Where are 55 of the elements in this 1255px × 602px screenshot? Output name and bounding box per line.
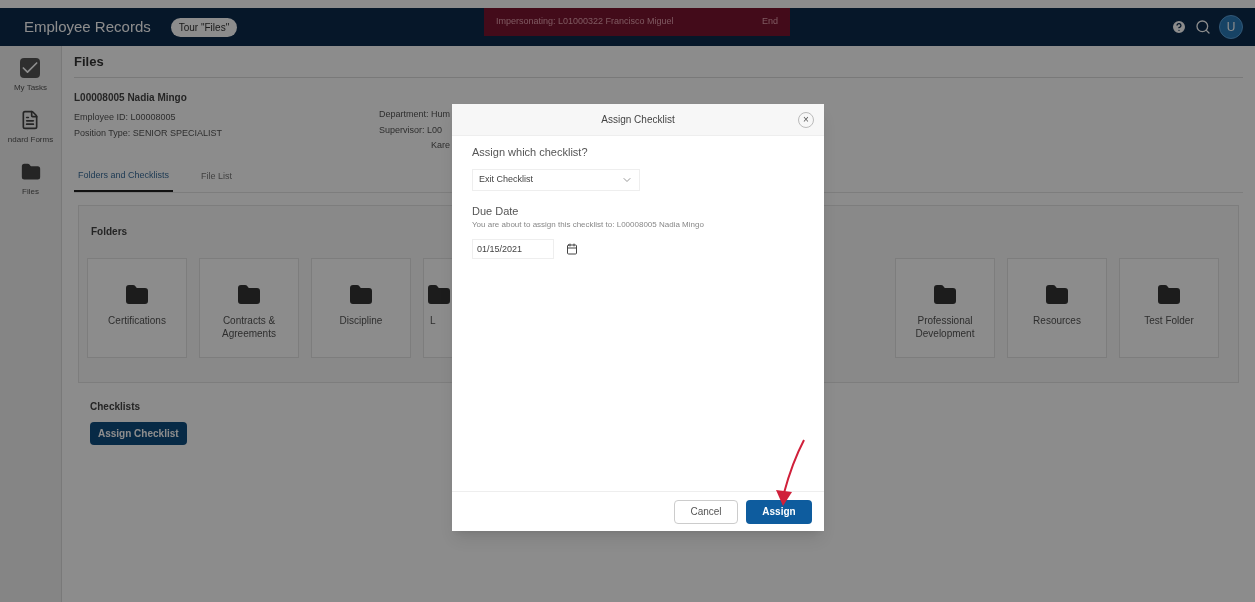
user-avatar[interactable]: U (1219, 15, 1243, 39)
folder-icon (125, 283, 149, 307)
app-title: Employee Records (24, 16, 151, 37)
folder-card[interactable]: Test Folder (1119, 258, 1219, 358)
employee-detail: Supervisor: L00 (379, 123, 443, 137)
section-title: Folders (91, 226, 128, 237)
field-label: Assign which checklist? (472, 145, 588, 160)
select-value: Exit Checklist (479, 172, 533, 186)
tab[interactable]: File List (197, 168, 237, 192)
folder-label: Professional Development (914, 315, 976, 340)
tour-button[interactable]: Tour "Files" (170, 17, 238, 37)
checklist-select[interactable]: Exit Checklist (472, 168, 640, 191)
folder-card[interactable]: Certifications (87, 258, 187, 358)
folder-label: L (429, 315, 437, 328)
cancel-button[interactable]: Cancel (674, 499, 738, 524)
employee-detail: Employee ID: L00008005 (74, 111, 177, 124)
section-title: Checklists (90, 400, 141, 414)
nav-label[interactable]: ndard Forms (7, 134, 54, 146)
folder-icon (1157, 283, 1181, 307)
employee-name: L00008005 Nadia Mingo (74, 91, 188, 105)
folder-icon (20, 162, 41, 182)
folder-icon (933, 283, 957, 307)
folder-label: Test Folder (1143, 315, 1195, 328)
assign-button[interactable]: Assign (746, 499, 812, 524)
page-title: Files (74, 52, 104, 71)
folder-label: Discipline (338, 315, 384, 328)
assign-checklist-button[interactable]: Assign Checklist (90, 422, 187, 445)
end-button[interactable]: End (762, 15, 778, 29)
document-icon (20, 110, 41, 130)
date-field[interactable]: 01/15/2021 (472, 239, 554, 259)
field-hint: You are about to assign this checklist to: L00008005 Nadia Mingo (472, 219, 704, 231)
calendar-icon[interactable] (566, 243, 578, 255)
employee-detail: Department: Hum (379, 108, 451, 121)
search-icon[interactable] (1195, 19, 1211, 35)
folder-card[interactable]: Discipline (311, 258, 411, 358)
employee-detail: Position Type: SENIOR SPECIALIST (74, 126, 223, 140)
checkbox-icon (20, 58, 41, 78)
folder-card[interactable]: Resources (1007, 258, 1107, 358)
folder-icon (349, 283, 373, 307)
folder-icon (1045, 283, 1069, 307)
nav-label[interactable]: My Tasks (13, 82, 48, 94)
folder-icon (237, 283, 261, 307)
folder-card[interactable]: Professional Development (895, 258, 995, 358)
help-icon[interactable] (1171, 19, 1187, 35)
field-label: Due Date (472, 203, 519, 219)
folder-label: Resources (1032, 315, 1082, 328)
dialog-title: Assign Checklist (601, 113, 675, 127)
folder-label: Contracts & Agreements (221, 315, 277, 340)
tab[interactable]: Folders and Checklists (74, 168, 174, 192)
folder-label: Certifications (107, 315, 167, 328)
folder-icon (427, 283, 451, 307)
folder-card[interactable]: Contracts & Agreements (199, 258, 299, 358)
nav-label[interactable]: Files (22, 186, 39, 198)
employee-detail: Kare (431, 139, 450, 152)
impersonation-text: Impersonating: L01000322 Francisco Miguel (496, 15, 674, 29)
